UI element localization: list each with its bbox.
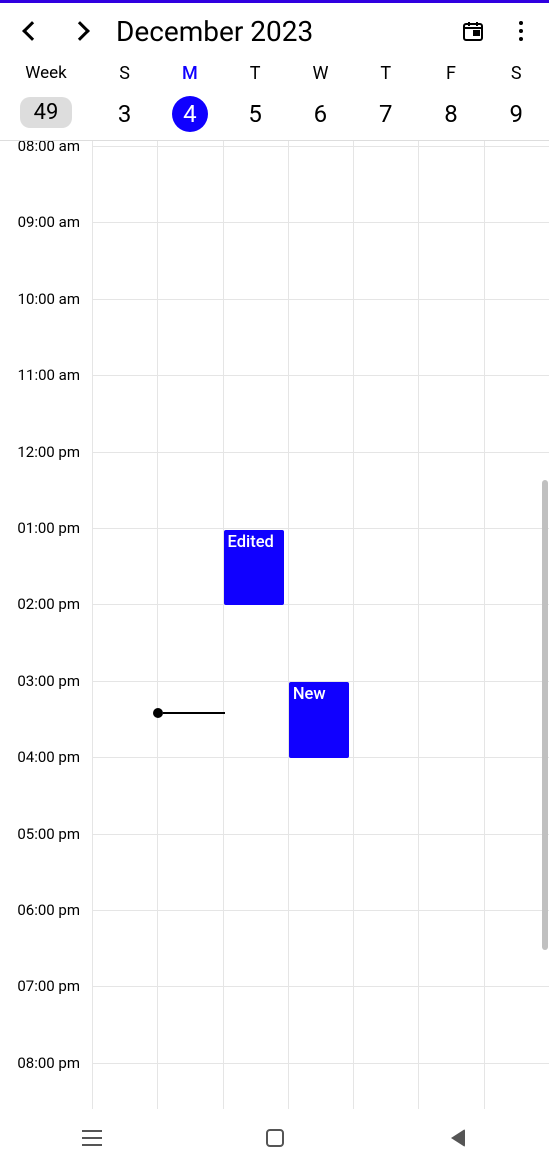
event-edited[interactable]: Edited: [224, 530, 284, 605]
time-label: 01:00 pm: [17, 519, 80, 537]
hour-line: [92, 834, 549, 835]
grid-day-column[interactable]: [418, 141, 483, 1109]
grid-day-column[interactable]: [223, 141, 288, 1109]
day-letter: S: [119, 63, 130, 84]
current-time-indicator: [153, 708, 225, 718]
square-icon: [266, 1129, 284, 1147]
system-navbar: [0, 1109, 549, 1167]
grid-day-column[interactable]: [288, 141, 353, 1109]
time-column: 08:00 am 09:00 am 10:00 am 11:00 am 12:00 pm…: [0, 141, 92, 1109]
hour-line: [92, 1063, 549, 1064]
day-letter: M: [182, 63, 198, 84]
hour-line: [92, 375, 549, 376]
scrollbar[interactable]: [542, 480, 548, 950]
triangle-back-icon: [451, 1129, 465, 1147]
app-header: December 2023: [0, 3, 549, 59]
day-number: 4: [172, 96, 208, 132]
chevron-right-icon: [70, 21, 90, 41]
grid-day-column[interactable]: [92, 141, 157, 1109]
grid-day-column[interactable]: [484, 141, 549, 1109]
time-label: 09:00 am: [18, 213, 80, 231]
day-letter: T: [250, 63, 261, 84]
more-button[interactable]: [501, 11, 541, 51]
month-title[interactable]: December 2023: [108, 15, 445, 48]
time-label: 08:00 pm: [17, 1054, 80, 1072]
time-label: 11:00 am: [18, 366, 80, 384]
hour-line: [92, 604, 549, 605]
event-new[interactable]: New: [289, 682, 349, 757]
time-label: 10:00 am: [18, 290, 80, 308]
home-button[interactable]: [225, 1118, 325, 1158]
hour-line: [92, 452, 549, 453]
time-indicator-dot: [153, 708, 163, 718]
grid-columns[interactable]: Edited New: [92, 141, 549, 1109]
hour-line: [92, 528, 549, 529]
day-letter: F: [446, 63, 456, 84]
grid-day-column[interactable]: [157, 141, 222, 1109]
recents-button[interactable]: [42, 1118, 142, 1158]
day-number: 8: [433, 96, 469, 132]
time-label: 03:00 pm: [17, 672, 80, 690]
time-label: 12:00 pm: [17, 443, 80, 461]
day-number: 9: [498, 96, 534, 132]
day-number: 3: [107, 96, 143, 132]
day-letter: S: [511, 63, 522, 84]
day-column-7[interactable]: T7: [353, 59, 418, 140]
day-column-8[interactable]: F8: [418, 59, 483, 140]
day-number: 5: [237, 96, 273, 132]
time-label: 05:00 pm: [17, 825, 80, 843]
day-column-6[interactable]: W6: [288, 59, 353, 140]
day-letter: T: [380, 63, 391, 84]
day-letter: W: [312, 63, 328, 84]
days-header: Week 49 S3M4T5W6T7F8S9: [0, 59, 549, 141]
week-number[interactable]: 49: [20, 97, 73, 128]
hour-line: [92, 222, 549, 223]
day-column-9[interactable]: S9: [484, 59, 549, 140]
time-label: 04:00 pm: [17, 748, 80, 766]
calendar-icon: [461, 19, 485, 43]
day-number: 6: [302, 96, 338, 132]
time-indicator-line: [163, 712, 225, 714]
day-number: 7: [368, 96, 404, 132]
time-label: 07:00 pm: [17, 977, 80, 995]
hamburger-icon: [82, 1130, 102, 1146]
prev-button[interactable]: [12, 11, 52, 51]
time-label: 02:00 pm: [17, 595, 80, 613]
day-column-3[interactable]: S3: [92, 59, 157, 140]
next-button[interactable]: [60, 11, 100, 51]
week-label: Week: [25, 63, 66, 83]
time-label: 06:00 pm: [17, 901, 80, 919]
today-button[interactable]: [453, 11, 493, 51]
hour-line: [92, 146, 549, 147]
week-column: Week 49: [0, 59, 92, 140]
hour-line: [92, 986, 549, 987]
time-label: 08:00 am: [18, 141, 80, 155]
day-column-5[interactable]: T5: [223, 59, 288, 140]
hour-line: [92, 910, 549, 911]
chevron-left-icon: [22, 21, 42, 41]
back-button[interactable]: [408, 1118, 508, 1158]
hour-line: [92, 299, 549, 300]
more-vert-icon: [519, 21, 523, 25]
grid-day-column[interactable]: [353, 141, 418, 1109]
day-column-4[interactable]: M4: [157, 59, 222, 140]
calendar-grid[interactable]: 08:00 am 09:00 am 10:00 am 11:00 am 12:00 pm…: [0, 141, 549, 1109]
